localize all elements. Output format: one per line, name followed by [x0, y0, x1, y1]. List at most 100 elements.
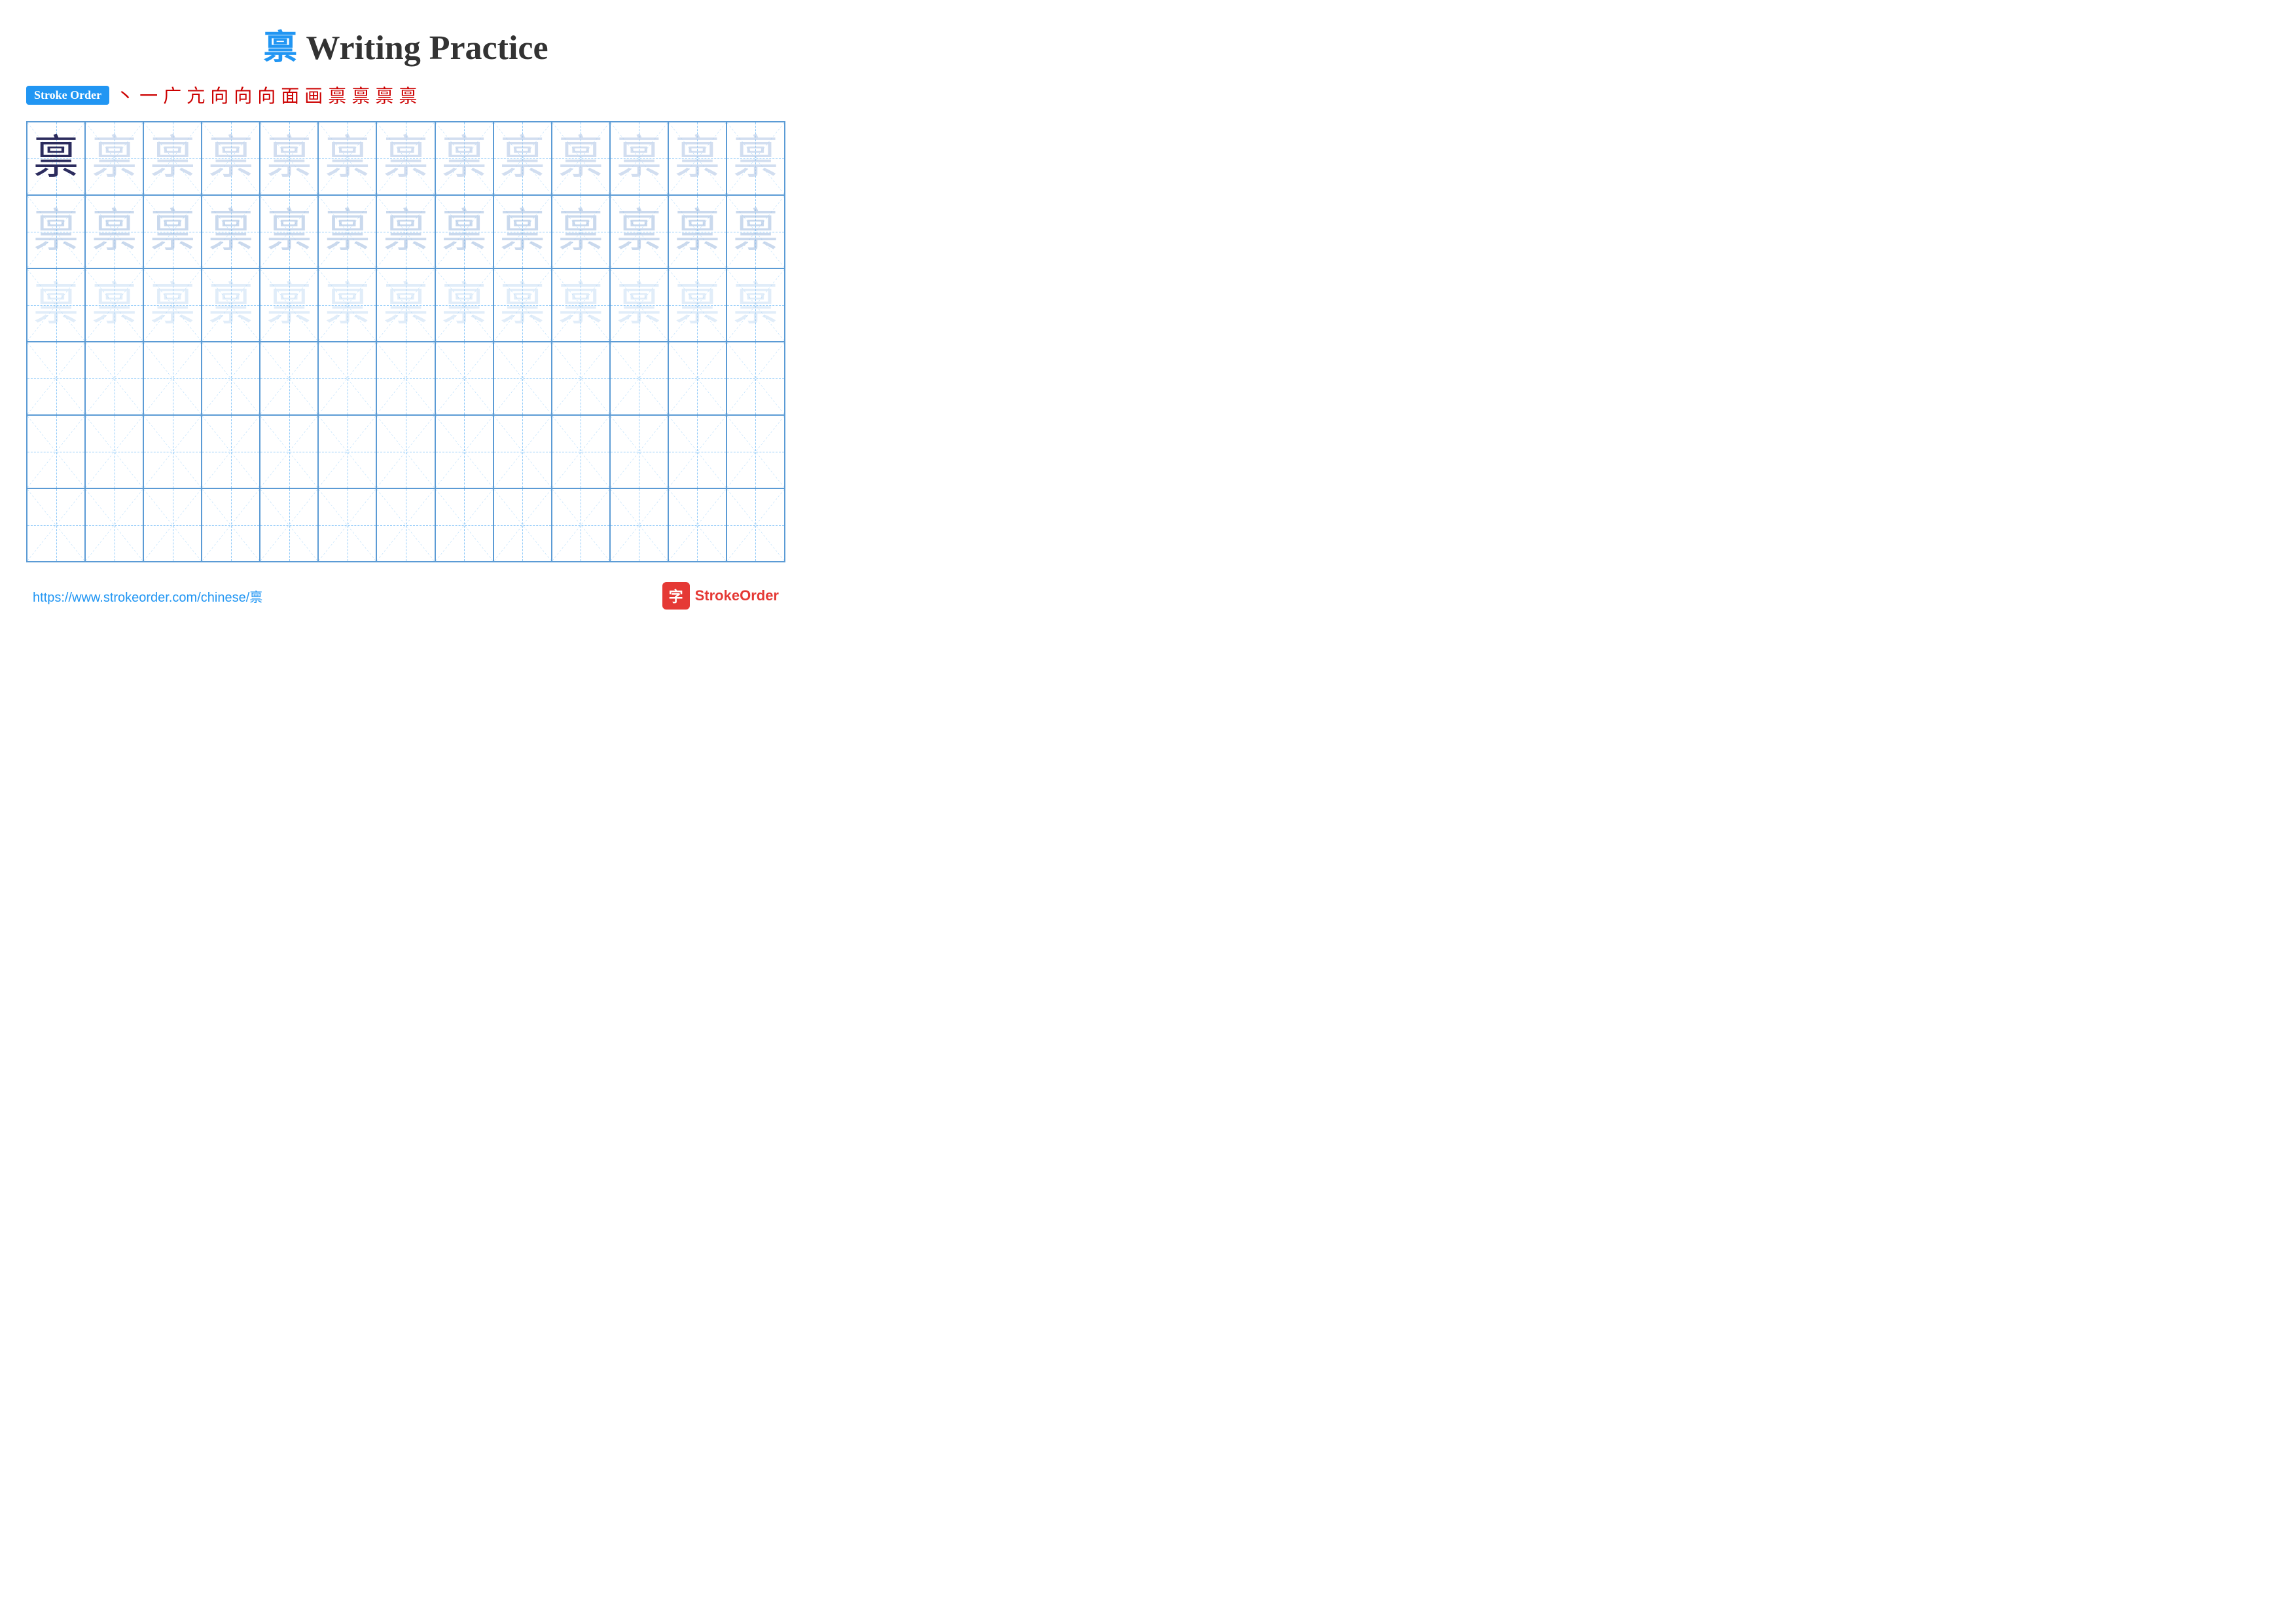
char-faint: 禀	[616, 282, 662, 328]
cell-4-10[interactable]	[552, 342, 611, 414]
cell-5-6[interactable]	[319, 416, 377, 488]
cell-1-10[interactable]: 禀	[552, 122, 611, 194]
char-faint: 禀	[150, 282, 196, 328]
cell-6-10[interactable]	[552, 489, 611, 561]
cell-3-6[interactable]: 禀	[319, 269, 377, 341]
cell-5-2[interactable]	[86, 416, 144, 488]
cell-5-7[interactable]	[377, 416, 435, 488]
char-faint: 禀	[33, 282, 79, 328]
cell-5-4[interactable]	[202, 416, 260, 488]
cell-5-13[interactable]	[727, 416, 784, 488]
cell-2-13[interactable]: 禀	[727, 196, 784, 268]
cell-1-6[interactable]: 禀	[319, 122, 377, 194]
char-light: 禀	[208, 136, 254, 181]
cell-6-5[interactable]	[260, 489, 319, 561]
cell-2-2[interactable]: 禀	[86, 196, 144, 268]
cell-4-8[interactable]	[436, 342, 494, 414]
cell-3-9[interactable]: 禀	[494, 269, 552, 341]
cell-3-1[interactable]: 禀	[27, 269, 86, 341]
cell-6-12[interactable]	[669, 489, 727, 561]
cell-6-8[interactable]	[436, 489, 494, 561]
char-faint: 禀	[383, 282, 429, 328]
cell-6-6[interactable]	[319, 489, 377, 561]
cell-3-11[interactable]: 禀	[611, 269, 669, 341]
char-medium: 禀	[266, 209, 312, 255]
cell-4-3[interactable]	[144, 342, 202, 414]
cell-4-11[interactable]	[611, 342, 669, 414]
cell-4-2[interactable]	[86, 342, 144, 414]
cell-1-4[interactable]: 禀	[202, 122, 260, 194]
cell-1-3[interactable]: 禀	[144, 122, 202, 194]
cell-5-12[interactable]	[669, 416, 727, 488]
cell-6-11[interactable]	[611, 489, 669, 561]
cell-3-3[interactable]: 禀	[144, 269, 202, 341]
cell-1-13[interactable]: 禀	[727, 122, 784, 194]
cell-5-1[interactable]	[27, 416, 86, 488]
cell-2-11[interactable]: 禀	[611, 196, 669, 268]
char-medium: 禀	[325, 209, 370, 255]
footer-url[interactable]: https://www.strokeorder.com/chinese/禀	[33, 587, 262, 606]
cell-3-7[interactable]: 禀	[377, 269, 435, 341]
cell-5-3[interactable]	[144, 416, 202, 488]
cell-3-4[interactable]: 禀	[202, 269, 260, 341]
cell-5-8[interactable]	[436, 416, 494, 488]
cell-4-13[interactable]	[727, 342, 784, 414]
cell-2-6[interactable]: 禀	[319, 196, 377, 268]
cell-1-11[interactable]: 禀	[611, 122, 669, 194]
char-medium: 禀	[150, 209, 196, 255]
title-char: 禀	[263, 29, 297, 67]
cell-1-12[interactable]: 禀	[669, 122, 727, 194]
cell-3-2[interactable]: 禀	[86, 269, 144, 341]
cell-2-7[interactable]: 禀	[377, 196, 435, 268]
cell-6-2[interactable]	[86, 489, 144, 561]
stroke-7: 向	[257, 82, 276, 108]
cell-1-9[interactable]: 禀	[494, 122, 552, 194]
cell-1-8[interactable]: 禀	[436, 122, 494, 194]
cell-5-9[interactable]	[494, 416, 552, 488]
cell-1-7[interactable]: 禀	[377, 122, 435, 194]
cell-1-1[interactable]: 禀	[27, 122, 86, 194]
cell-2-5[interactable]: 禀	[260, 196, 319, 268]
cell-4-12[interactable]	[669, 342, 727, 414]
cell-1-2[interactable]: 禀	[86, 122, 144, 194]
cell-6-13[interactable]	[727, 489, 784, 561]
cell-6-3[interactable]	[144, 489, 202, 561]
stroke-3: 广	[163, 82, 181, 108]
cell-6-7[interactable]	[377, 489, 435, 561]
cell-5-11[interactable]	[611, 416, 669, 488]
cell-3-8[interactable]: 禀	[436, 269, 494, 341]
cell-3-10[interactable]: 禀	[552, 269, 611, 341]
cell-4-4[interactable]	[202, 342, 260, 414]
char-light: 禀	[732, 136, 778, 181]
cell-1-5[interactable]: 禀	[260, 122, 319, 194]
cell-2-12[interactable]: 禀	[669, 196, 727, 268]
cell-4-1[interactable]	[27, 342, 86, 414]
cell-4-5[interactable]	[260, 342, 319, 414]
cell-5-5[interactable]	[260, 416, 319, 488]
cell-2-9[interactable]: 禀	[494, 196, 552, 268]
cell-4-6[interactable]	[319, 342, 377, 414]
cell-6-1[interactable]	[27, 489, 86, 561]
char-medium: 禀	[92, 209, 137, 255]
cell-6-4[interactable]	[202, 489, 260, 561]
cell-2-1[interactable]: 禀	[27, 196, 86, 268]
cell-3-12[interactable]: 禀	[669, 269, 727, 341]
stroke-chars: 丶 一 广 亢 向 向 向 面 画 禀 禀 禀 禀	[116, 82, 417, 108]
cell-5-10[interactable]	[552, 416, 611, 488]
char-faint: 禀	[92, 282, 137, 328]
grid-row-1: 禀 禀 禀 禀 禀 禀 禀 禀	[27, 122, 784, 196]
char-light: 禀	[499, 136, 545, 181]
cell-6-9[interactable]	[494, 489, 552, 561]
cell-3-5[interactable]: 禀	[260, 269, 319, 341]
footer-logo: 字 StrokeOrder	[662, 582, 779, 610]
cell-3-13[interactable]: 禀	[727, 269, 784, 341]
cell-4-7[interactable]	[377, 342, 435, 414]
char-medium: 禀	[33, 209, 79, 255]
cell-2-8[interactable]: 禀	[436, 196, 494, 268]
cell-2-3[interactable]: 禀	[144, 196, 202, 268]
page-title: 禀 Writing Practice	[26, 20, 785, 69]
cell-2-10[interactable]: 禀	[552, 196, 611, 268]
char-light: 禀	[266, 136, 312, 181]
cell-4-9[interactable]	[494, 342, 552, 414]
cell-2-4[interactable]: 禀	[202, 196, 260, 268]
